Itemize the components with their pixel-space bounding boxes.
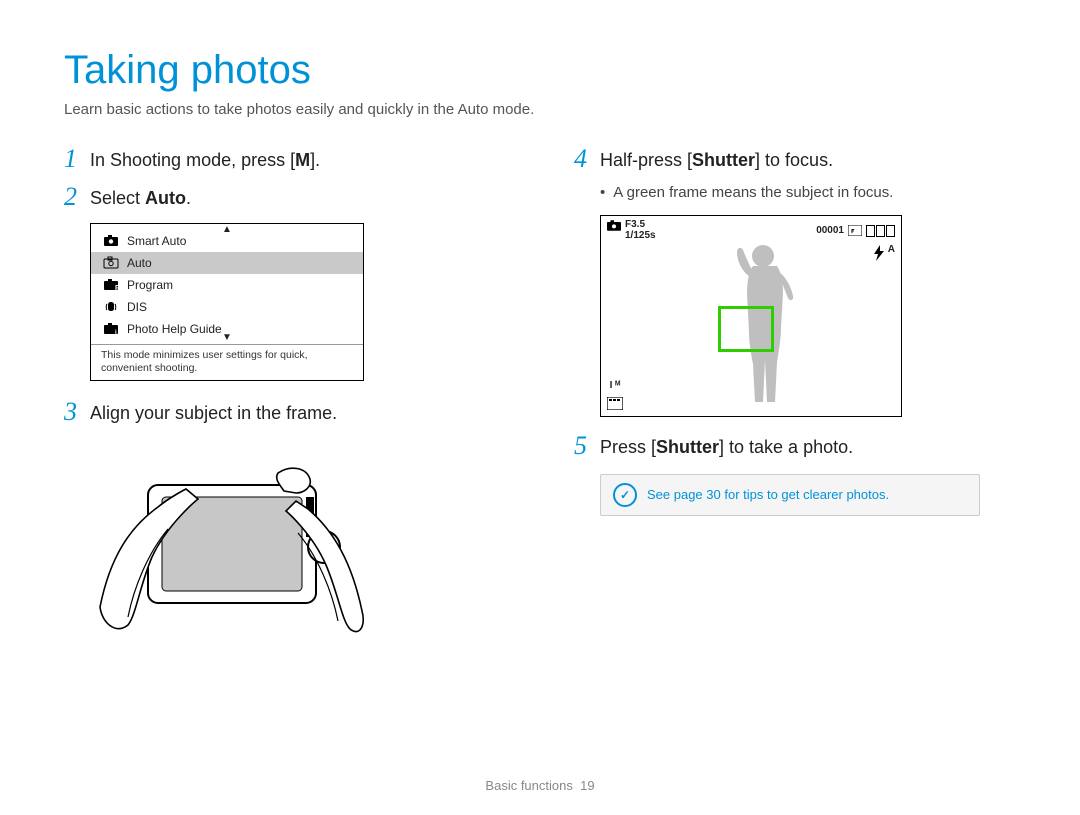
menu-label: Auto	[127, 256, 152, 270]
menu-item-program: P Program	[91, 274, 363, 296]
step-4-bullet: A green frame means the subject in focus…	[600, 184, 1014, 201]
step-1: 1 In Shooting mode, press [M].	[64, 146, 504, 172]
step-5: 5 Press [Shutter] to take a photo.	[574, 433, 1014, 459]
tip-text: See page 30 for tips to get clearer phot…	[647, 487, 889, 502]
key-m: M	[295, 150, 310, 170]
chevron-up-icon: ▲	[222, 225, 232, 235]
step-text-end: ] to take a photo.	[719, 437, 853, 457]
step-number: 3	[64, 399, 90, 425]
step-text-end: ] to focus.	[755, 150, 833, 170]
camera-holding-illustration	[90, 437, 370, 647]
step-number: 1	[64, 146, 90, 172]
step-4: 4 Half-press [Shutter] to focus.	[574, 146, 1014, 172]
photo-count: 00001	[816, 225, 844, 236]
dis-icon	[103, 300, 119, 314]
chevron-down-icon: ▼	[222, 333, 232, 343]
flash-indicator: A	[870, 244, 895, 265]
step-text: In Shooting mode, press [	[90, 150, 295, 170]
page-title: Taking photos	[64, 48, 1020, 93]
shutter-speed-value: 1/125s	[625, 231, 656, 242]
tip-note: ✓ See page 30 for tips to get clearer ph…	[600, 474, 980, 516]
step-number: 5	[574, 433, 600, 459]
step-number: 2	[64, 184, 90, 210]
menu-label: Photo Help Guide	[127, 322, 222, 336]
step-3: 3 Align your subject in the frame.	[64, 399, 504, 425]
menu-item-dis: DIS	[91, 296, 363, 318]
step-text: Select	[90, 188, 145, 208]
step-bold: Shutter	[692, 150, 755, 170]
step-number: 4	[574, 146, 600, 172]
menu-help-text: This mode minimizes user settings for qu…	[91, 344, 363, 380]
step-2: 2 Select Auto.	[64, 184, 504, 210]
smart-auto-icon	[103, 234, 119, 248]
page-footer: Basic functions 19	[0, 778, 1080, 793]
mode-indicator: I ᴹ	[610, 380, 621, 391]
battery-icon	[866, 225, 895, 237]
step-text: Half-press [	[600, 150, 692, 170]
step-text: Press [	[600, 437, 656, 457]
focus-frame	[718, 306, 774, 352]
intro-text: Learn basic actions to take photos easil…	[64, 101, 1020, 118]
menu-label: DIS	[127, 300, 147, 314]
auto-icon	[103, 256, 119, 270]
step-text-end: .	[186, 188, 191, 208]
camera-screen-illustration: F3.5 1/125s 00001 ꜰ	[600, 215, 902, 417]
menu-label: Program	[127, 278, 173, 292]
menu-label: Smart Auto	[127, 234, 186, 248]
step-text-end: ].	[310, 150, 320, 170]
menu-item-auto: Auto	[91, 252, 363, 274]
quality-icon: ꜰ	[848, 225, 862, 236]
program-icon: P	[103, 278, 119, 292]
step-bold: Auto	[145, 188, 186, 208]
help-guide-icon: i	[103, 322, 119, 336]
svg-text:P: P	[115, 285, 119, 292]
svg-text:ꜰ: ꜰ	[851, 228, 855, 235]
camera-icon	[607, 220, 621, 231]
info-icon: ✓	[613, 483, 637, 507]
mode-menu: ▲ Smart Auto Auto P Program	[90, 223, 364, 381]
step-bold: Shutter	[656, 437, 719, 457]
sd-card-icon	[607, 397, 623, 410]
step-text: Align your subject in the frame.	[90, 399, 337, 425]
